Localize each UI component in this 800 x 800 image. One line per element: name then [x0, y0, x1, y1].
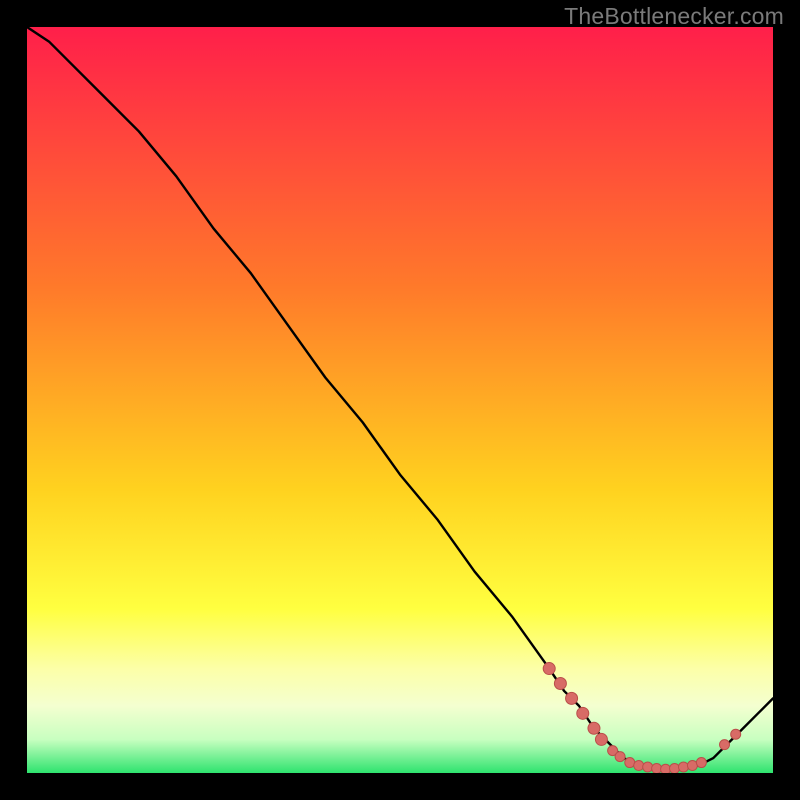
watermark-label: TheBottlenecker.com	[564, 3, 784, 30]
marker-point	[595, 733, 607, 745]
marker-point	[678, 762, 688, 772]
marker-point	[615, 752, 625, 762]
marker-point	[543, 663, 555, 675]
marker-point	[577, 707, 589, 719]
marker-point	[652, 764, 662, 773]
marker-point	[696, 758, 706, 768]
plot-area	[27, 27, 773, 773]
marker-point	[634, 761, 644, 771]
marker-point	[566, 692, 578, 704]
marker-point	[554, 677, 566, 689]
marker-point	[643, 762, 653, 772]
marker-point	[588, 722, 600, 734]
marker-point	[670, 764, 680, 773]
curve-layer	[27, 27, 773, 773]
chart-root: TheBottlenecker.com	[0, 0, 800, 800]
marker-group	[543, 663, 741, 773]
marker-point	[720, 740, 730, 750]
bottleneck-curve	[27, 27, 773, 769]
marker-point	[731, 729, 741, 739]
